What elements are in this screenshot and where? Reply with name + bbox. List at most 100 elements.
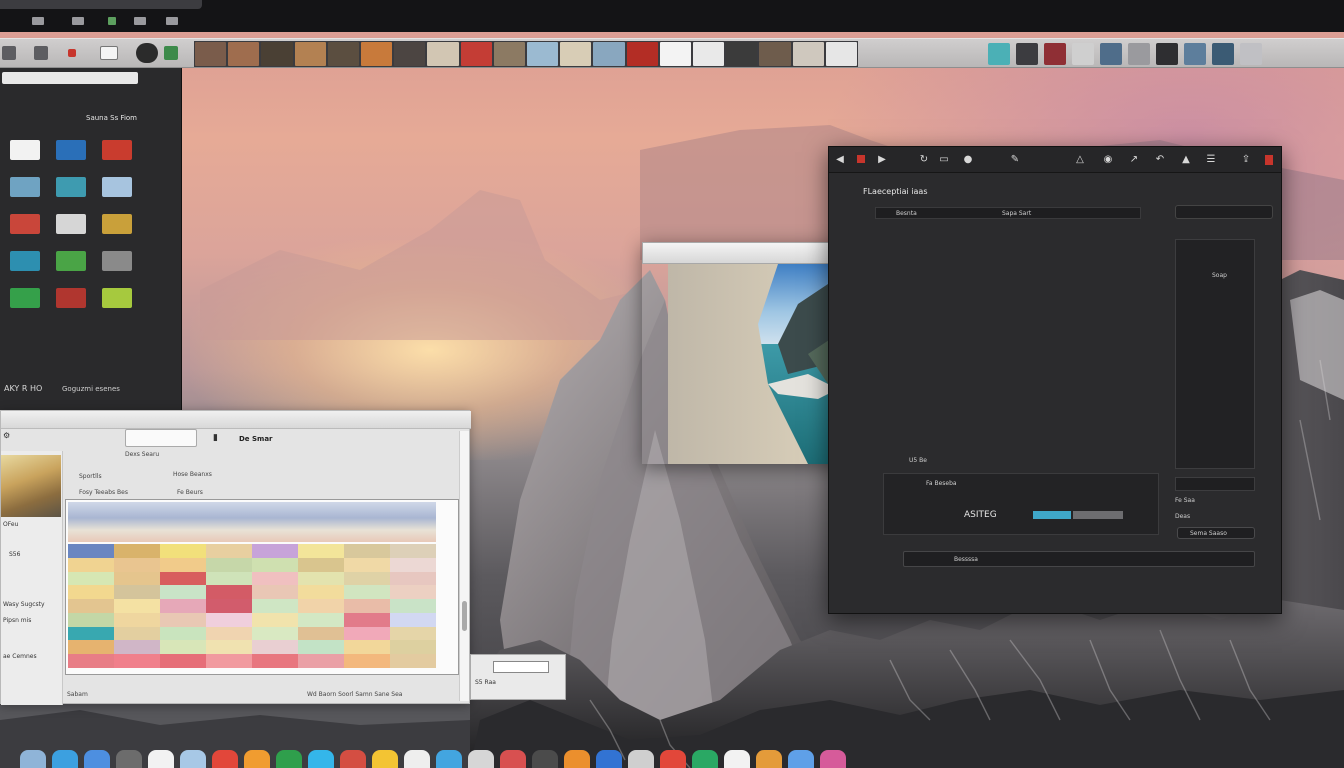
thumbnail[interactable] <box>1240 43 1262 65</box>
thumbnail[interactable] <box>1128 43 1150 65</box>
library-item[interactable] <box>98 177 136 200</box>
copy-icon[interactable] <box>34 46 48 60</box>
sidebar-item[interactable]: Pipsn mis <box>3 617 31 624</box>
undo-icon[interactable]: ↶ <box>1155 155 1165 165</box>
thumbnail[interactable] <box>427 42 459 66</box>
library-item[interactable] <box>98 251 136 274</box>
thumbnail[interactable] <box>228 42 260 66</box>
sidebar-item[interactable]: S56 <box>9 551 20 558</box>
popup-field[interactable] <box>493 661 549 673</box>
thumbnail[interactable] <box>1184 43 1206 65</box>
library-item[interactable] <box>52 288 90 311</box>
warning-icon[interactable]: ▲ <box>1181 155 1191 165</box>
thumbnail[interactable] <box>460 42 492 66</box>
thumbnail[interactable] <box>294 42 326 66</box>
bottom-input[interactable]: Bessssa <box>903 551 1255 567</box>
tag-icon[interactable] <box>100 46 118 60</box>
dock-app-icon[interactable] <box>116 750 142 768</box>
library-search-input[interactable] <box>2 72 138 84</box>
dock-app-icon[interactable] <box>212 750 238 768</box>
thumbnail[interactable] <box>1156 43 1178 65</box>
sidebar-item[interactable]: Wasy Sugcsty <box>3 601 45 608</box>
alert-icon[interactable] <box>1265 155 1273 165</box>
camera-icon[interactable] <box>136 43 158 63</box>
dexs-searu-button[interactable] <box>125 429 197 447</box>
record-icon[interactable] <box>68 49 76 57</box>
path-field[interactable]: Besnta Sapa Sart <box>875 207 1141 219</box>
library-item[interactable] <box>52 214 90 237</box>
library-item[interactable] <box>52 177 90 200</box>
mode-select[interactable]: Sema Saaso <box>1177 527 1255 539</box>
thumbnail[interactable] <box>1044 43 1066 65</box>
library-item[interactable] <box>98 140 136 163</box>
help-menu-icon[interactable] <box>166 17 178 25</box>
refresh-icon[interactable]: ↻ <box>919 155 929 165</box>
library-item[interactable] <box>98 214 136 237</box>
dock-app-icon[interactable] <box>660 750 686 768</box>
thumbnail[interactable] <box>825 42 858 66</box>
arrow-icon[interactable]: ↗ <box>1129 155 1139 165</box>
inspector-list[interactable]: Soap <box>1175 239 1255 469</box>
library-item[interactable] <box>6 214 44 237</box>
sidebar-item[interactable]: OFeu <box>3 521 18 528</box>
thumbnail[interactable] <box>1072 43 1094 65</box>
dock-app-icon[interactable] <box>500 750 526 768</box>
bookmark-icon[interactable]: ▮ <box>213 433 218 443</box>
thumbnail[interactable] <box>1100 43 1122 65</box>
thumbnail[interactable] <box>327 42 360 66</box>
circle-icon[interactable]: ● <box>963 155 973 165</box>
dock-app-icon[interactable] <box>308 750 334 768</box>
triangle-icon[interactable]: △ <box>1075 155 1085 165</box>
dock-app-icon[interactable] <box>84 750 110 768</box>
vertical-scrollbar[interactable] <box>459 431 469 701</box>
dock-app-icon[interactable] <box>340 750 366 768</box>
window-titlebar[interactable] <box>1 411 471 429</box>
dock-app-icon[interactable] <box>756 750 782 768</box>
window-menu-icon[interactable] <box>134 17 146 25</box>
dock-app-icon[interactable] <box>404 750 430 768</box>
back-icon[interactable]: ◀ <box>835 155 845 165</box>
layers-icon[interactable]: ☰ <box>1203 155 1219 165</box>
thumbnail[interactable] <box>988 43 1010 65</box>
dock-app-icon[interactable] <box>564 750 590 768</box>
apple-menu-icon[interactable] <box>32 17 44 25</box>
spreadsheet-preview[interactable] <box>65 499 459 675</box>
thumbnail[interactable] <box>593 42 625 66</box>
library-item[interactable] <box>52 251 90 274</box>
view-icon[interactable]: ▭ <box>935 155 953 165</box>
library-item[interactable] <box>6 140 44 163</box>
finder-menu-icon[interactable] <box>72 17 84 25</box>
share-icon[interactable]: ⇪ <box>1241 155 1251 165</box>
thumbnail[interactable] <box>1212 43 1234 65</box>
dock-app-icon[interactable] <box>148 750 174 768</box>
thumbnail[interactable] <box>792 42 824 66</box>
dock-app-icon[interactable] <box>724 750 750 768</box>
dock-app-icon[interactable] <box>788 750 814 768</box>
dock-app-icon[interactable] <box>52 750 78 768</box>
grid-view-icon[interactable] <box>2 46 16 60</box>
library-item[interactable] <box>52 140 90 163</box>
edit-icon[interactable]: ✎ <box>1005 155 1025 165</box>
app-menu-icon[interactable] <box>108 17 116 25</box>
dock-app-icon[interactable] <box>820 750 846 768</box>
dock-app-icon[interactable] <box>692 750 718 768</box>
thumbnail[interactable] <box>726 42 758 66</box>
thumbnail[interactable] <box>394 42 426 66</box>
forward-icon[interactable]: ▶ <box>877 155 887 165</box>
slider-track[interactable] <box>1073 511 1123 519</box>
slider-fill[interactable] <box>1033 511 1071 519</box>
library-item[interactable] <box>6 288 44 311</box>
dock-app-icon[interactable] <box>180 750 206 768</box>
dock-app-icon[interactable] <box>276 750 302 768</box>
dock-app-icon[interactable] <box>596 750 622 768</box>
thumbnail[interactable] <box>693 42 725 66</box>
library-item[interactable] <box>98 288 136 311</box>
thumbnail[interactable] <box>361 42 393 66</box>
thumbnail[interactable] <box>261 42 293 66</box>
settings-gear-icon[interactable]: ⚙ <box>3 431 29 445</box>
dock-app-icon[interactable] <box>244 750 270 768</box>
dock-app-icon[interactable] <box>532 750 558 768</box>
sidebar-thumbnail[interactable] <box>1 455 61 517</box>
inspector-field[interactable] <box>1175 205 1273 219</box>
thumbnail[interactable] <box>659 42 692 66</box>
